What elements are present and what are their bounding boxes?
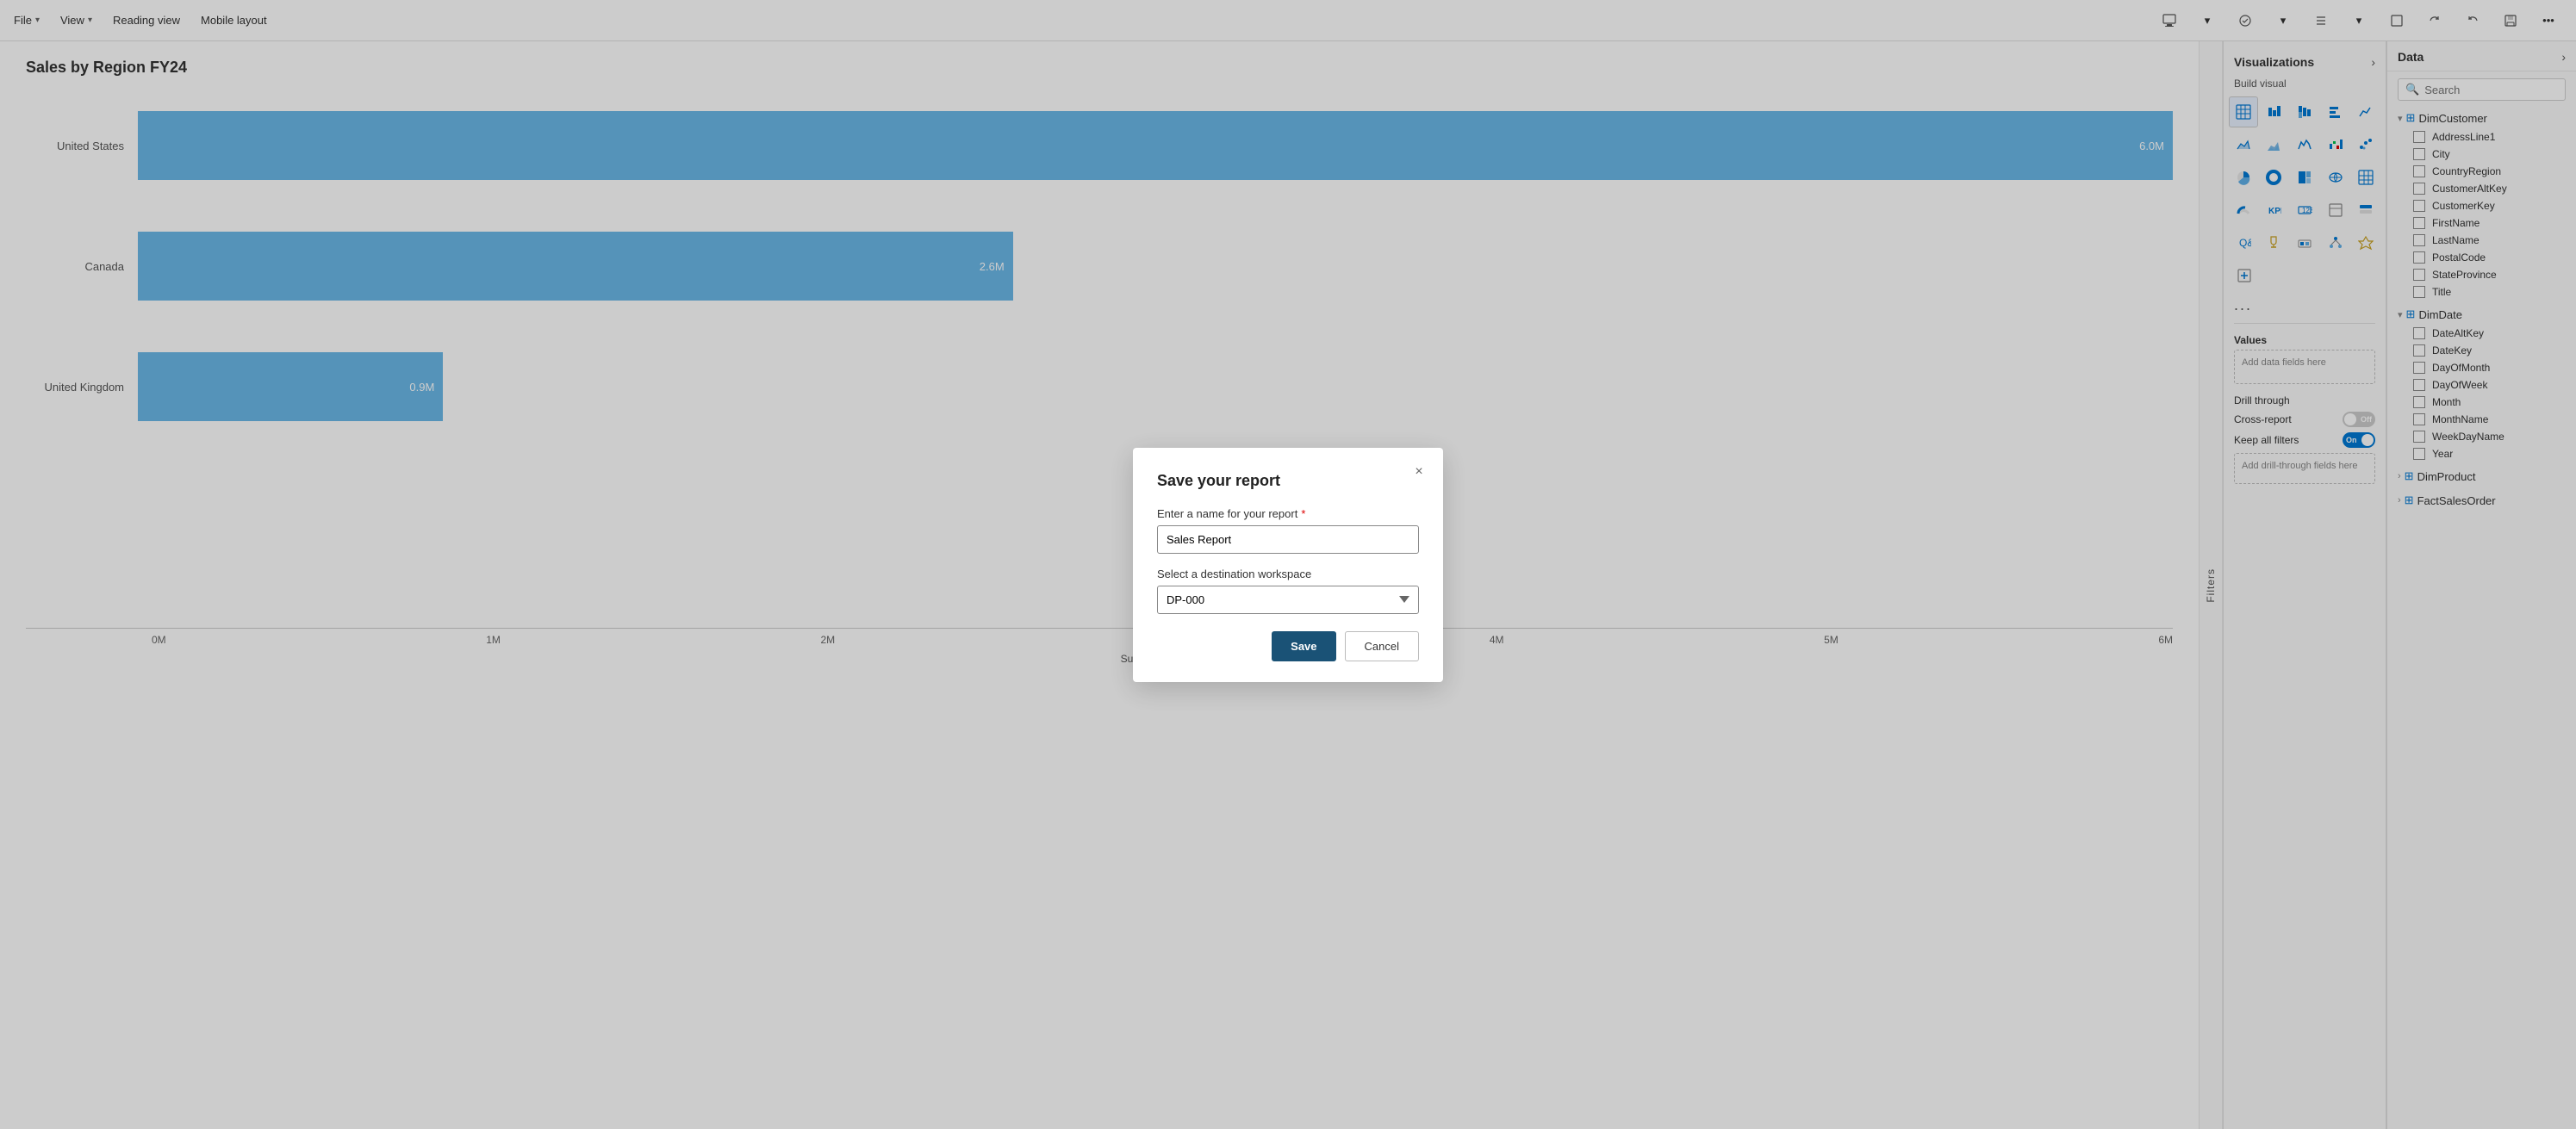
workspace-select[interactable]: DP-000 DP-001 DP-002 [1157, 586, 1419, 614]
required-star: * [1301, 507, 1305, 520]
modal-buttons: Save Cancel [1157, 631, 1419, 661]
modal-name-label: Enter a name for your report * [1157, 507, 1419, 520]
cancel-button[interactable]: Cancel [1345, 631, 1419, 661]
save-button[interactable]: Save [1272, 631, 1335, 661]
modal-close-button[interactable]: × [1409, 462, 1429, 482]
save-report-modal: Save your report × Enter a name for your… [1133, 448, 1443, 682]
modal-workspace-label: Select a destination workspace [1157, 568, 1419, 580]
modal-title: Save your report [1157, 472, 1419, 490]
modal-overlay[interactable]: Save your report × Enter a name for your… [0, 0, 2576, 1129]
report-name-input[interactable] [1157, 525, 1419, 554]
